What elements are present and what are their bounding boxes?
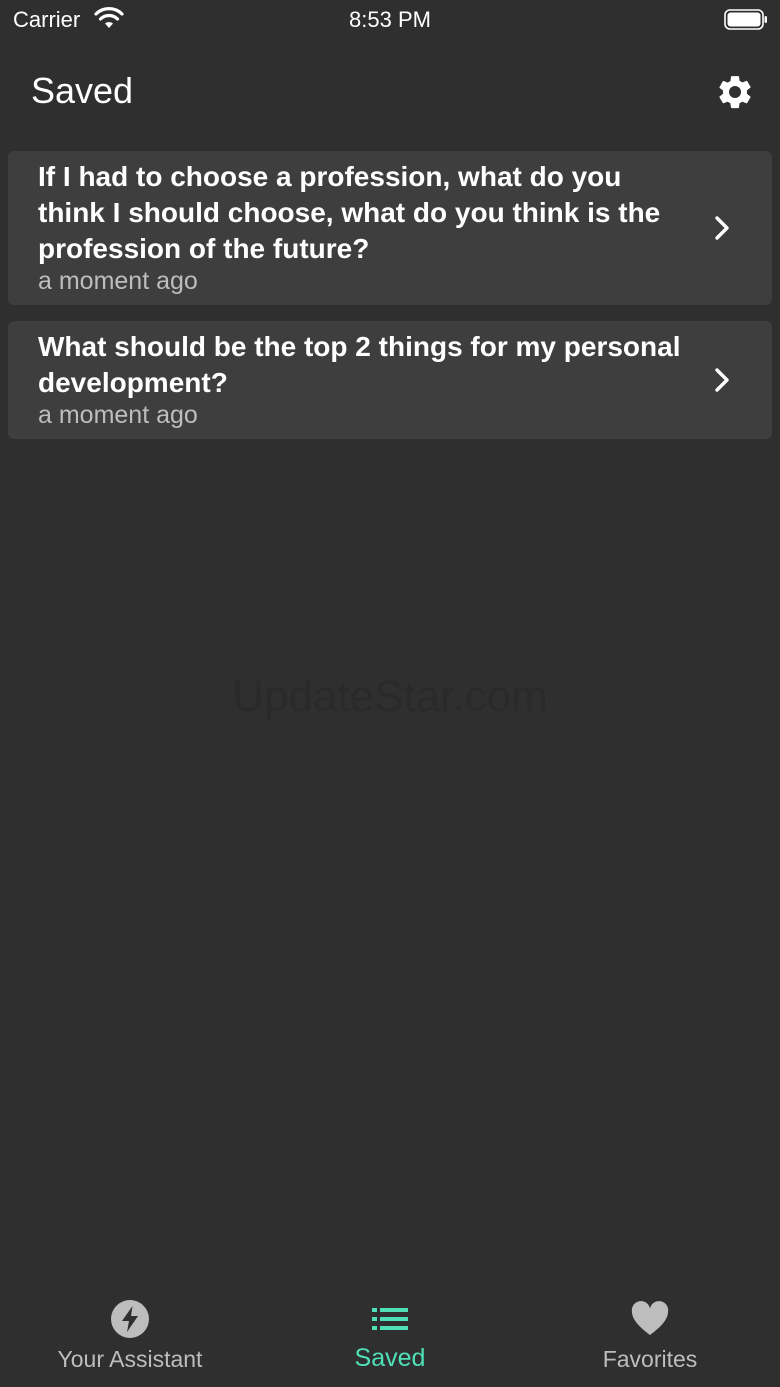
saved-list: If I had to choose a profession, what do… <box>8 151 772 455</box>
tab-your-assistant[interactable]: Your Assistant <box>0 1290 260 1387</box>
status-bar: Carrier 8:53 PM <box>0 0 780 40</box>
status-time: 8:53 PM <box>349 7 431 32</box>
watermark-text: UpdateStar.com <box>232 672 548 721</box>
settings-button[interactable] <box>713 70 757 114</box>
saved-item-time: a moment ago <box>38 267 198 295</box>
bolt-icon <box>111 1300 149 1338</box>
chevron-right-icon <box>715 216 729 240</box>
tab-label: Saved <box>354 1344 426 1372</box>
chevron-right-icon <box>715 368 729 392</box>
tab-saved[interactable]: Saved <box>260 1290 520 1387</box>
page-title: Saved <box>31 70 134 111</box>
saved-item[interactable]: If I had to choose a profession, what do… <box>8 151 772 305</box>
saved-screen: Carrier 8:53 PM Saved If I had to choose… <box>0 0 780 1387</box>
list-icon <box>372 1308 408 1330</box>
battery-icon <box>724 9 767 30</box>
tab-bar: Your Assistant Saved Favorites <box>0 1290 780 1387</box>
gear-icon <box>719 76 751 109</box>
saved-item-title: If I had to choose a profession, what do… <box>38 161 661 264</box>
heart-icon <box>631 1301 669 1335</box>
saved-item[interactable]: What should be the top 2 things for my p… <box>8 321 772 439</box>
tab-label: Favorites <box>602 1346 698 1372</box>
saved-item-time: a moment ago <box>38 401 198 429</box>
tab-favorites[interactable]: Favorites <box>520 1290 780 1387</box>
saved-item-title: What should be the top 2 things for my p… <box>38 331 681 398</box>
tab-label: Your Assistant <box>57 1346 203 1372</box>
